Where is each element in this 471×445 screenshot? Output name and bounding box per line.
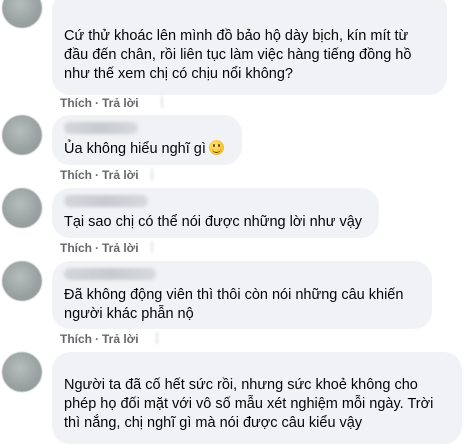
commenter-name[interactable]	[64, 122, 138, 134]
comment-bubble: Tại sao chị có thể nói được những lời nh…	[52, 188, 379, 238]
like-button[interactable]: Thích	[60, 96, 92, 110]
timestamp-blur	[151, 241, 153, 253]
timestamp-blur	[151, 168, 153, 180]
comment-bubble: Cứ thử khoác lên mình đồ bảo hộ dày bịch…	[52, 0, 447, 95]
avatar[interactable]	[2, 261, 42, 301]
comment-actions: Thích · Trả lời	[60, 241, 139, 255]
avatar[interactable]	[2, 115, 42, 155]
timestamp-blur	[161, 96, 163, 108]
comment-actions: Thích · Trả lời	[60, 96, 139, 110]
comment-bubble: Đã không động viên thì thôi còn nói nhữn…	[52, 261, 432, 329]
comment-text: Người ta đã cố hết sức rồi, nhưng sức kh…	[64, 377, 434, 431]
separator: ·	[95, 96, 99, 110]
reply-button[interactable]: Trả lời	[102, 96, 139, 110]
comment-bubble: Ủa không hiểu nghĩ gì	[52, 115, 242, 165]
slightly-smiling-face-icon	[208, 140, 224, 155]
comment-text: Đã không động viên thì thôi còn nói nhữn…	[64, 287, 404, 322]
separator: ·	[95, 332, 99, 346]
separator: ·	[95, 241, 99, 255]
comment-text: Tại sao chị có thể nói được những lời nh…	[64, 214, 363, 230]
avatar[interactable]	[2, 188, 42, 228]
comment-actions: Thích · Trả lời	[60, 332, 139, 346]
comment-bubble: Người ta đã cố hết sức rồi, nhưng sức kh…	[52, 352, 462, 444]
like-button[interactable]: Thích	[60, 332, 92, 346]
avatar[interactable]	[2, 0, 42, 28]
reply-button[interactable]: Trả lời	[102, 332, 139, 346]
comment-text: Ủa không hiểu nghĩ gì	[64, 140, 230, 159]
reply-button[interactable]: Trả lời	[102, 241, 139, 255]
avatar[interactable]	[2, 352, 42, 392]
comment-actions: Thích · Trả lời	[60, 168, 139, 182]
reply-button[interactable]: Trả lời	[102, 168, 139, 182]
timestamp-blur	[156, 332, 158, 344]
separator: ·	[95, 168, 99, 182]
commenter-name[interactable]	[64, 195, 148, 207]
comment-text: Cứ thử khoác lên mình đồ bảo hộ dày bịch…	[64, 28, 412, 82]
like-button[interactable]: Thích	[60, 241, 92, 255]
commenter-name[interactable]	[64, 268, 156, 280]
like-button[interactable]: Thích	[60, 168, 92, 182]
